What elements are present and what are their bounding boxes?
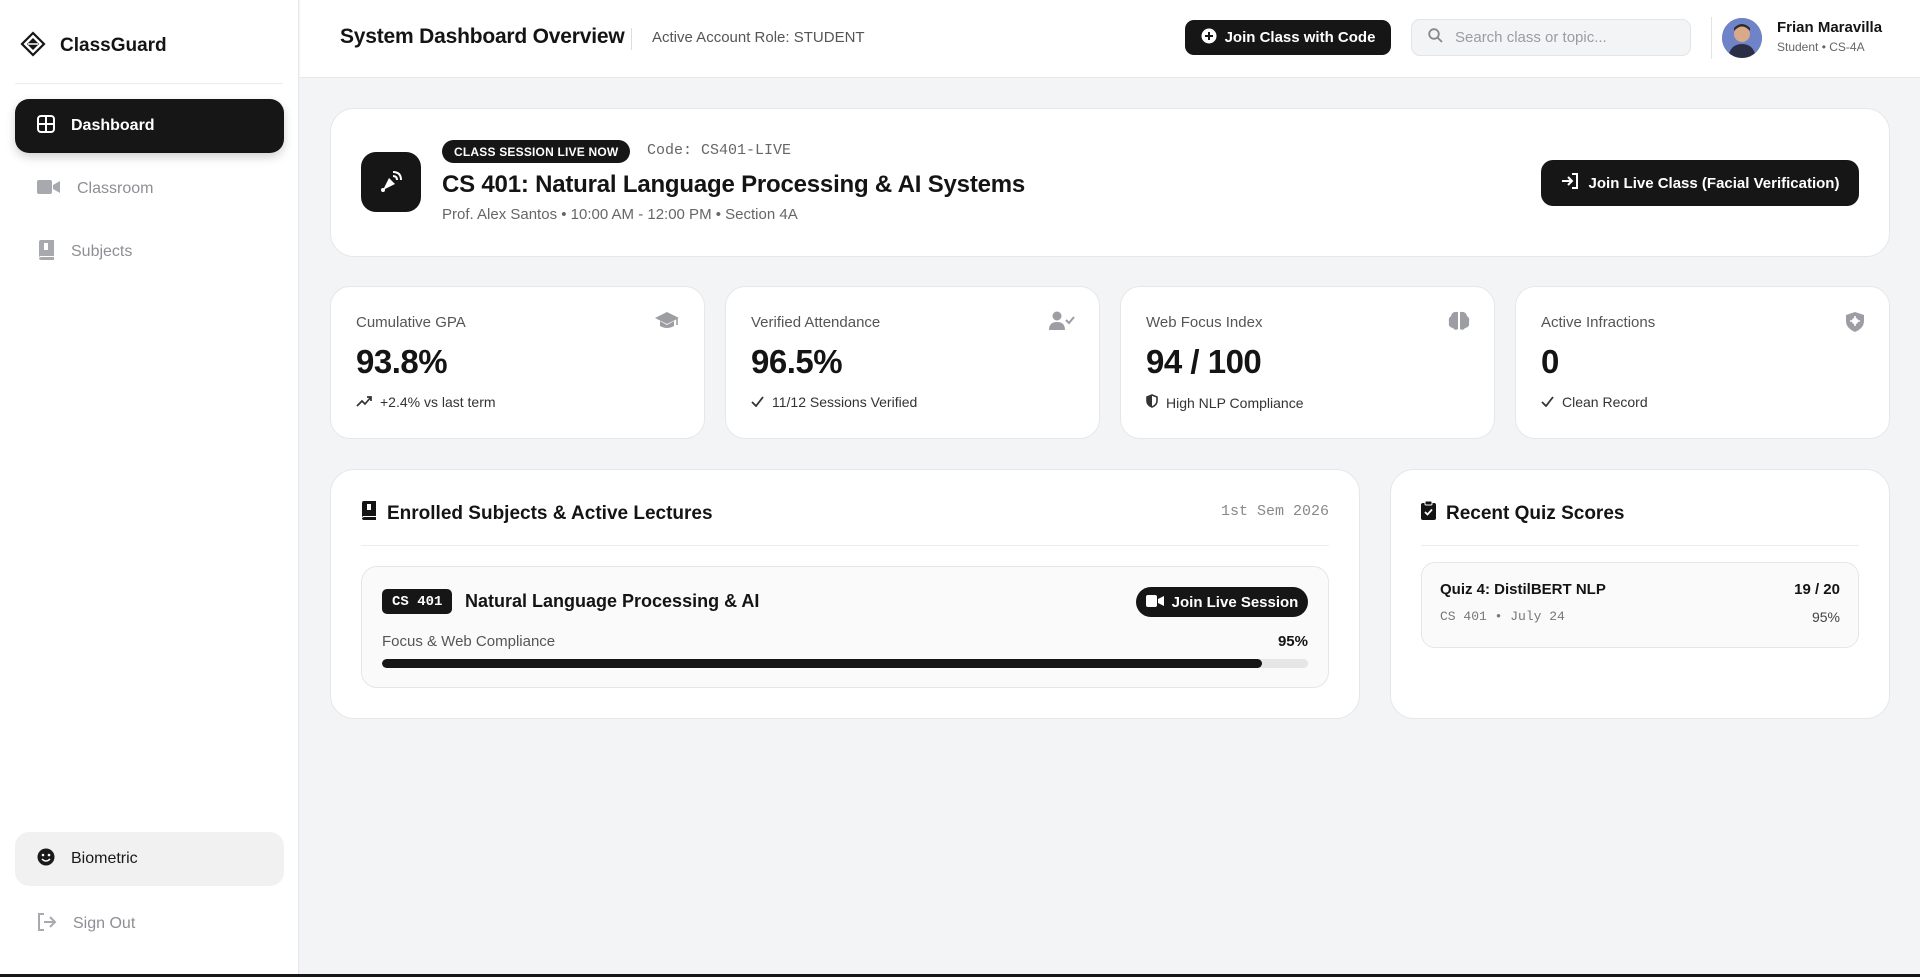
check-icon: [751, 394, 764, 410]
section-title: Recent Quiz Scores: [1421, 500, 1625, 526]
stat-footer-text: High NLP Compliance: [1166, 394, 1304, 411]
stat-label: Active Infractions: [1541, 314, 1656, 331]
section-title: Enrolled Subjects & Active Lectures: [361, 501, 713, 526]
brain-icon: [1448, 311, 1470, 336]
semester-label: 1st Sem 2026: [1220, 503, 1329, 520]
header-divider: [1711, 17, 1712, 59]
video-camera-icon: [37, 179, 61, 200]
focus-progress-fill: [382, 659, 1262, 668]
join-class-code-button[interactable]: Join Class with Code: [1185, 20, 1391, 55]
book-icon: [361, 501, 377, 526]
dashboard-grid-icon: [37, 114, 55, 138]
top-header: System Dashboard Overview Active Account…: [300, 0, 1920, 78]
stat-value: 96.5%: [751, 343, 843, 380]
sidebar-item-biometric[interactable]: Biometric: [15, 832, 284, 886]
join-live-class-label: Join Live Class (Facial Verification): [1588, 174, 1840, 192]
brand[interactable]: ClassGuard: [20, 30, 167, 62]
video-camera-icon: [1145, 594, 1164, 611]
sign-in-icon: [1561, 173, 1579, 193]
stat-card-focus: Web Focus Index 94 / 100 High NLP Compli…: [1120, 286, 1495, 439]
face-icon: [37, 848, 55, 871]
stat-value: 0: [1541, 343, 1559, 380]
sidebar-item-label: Subjects: [71, 243, 133, 260]
user-role-section: Student • CS-4A: [1777, 40, 1865, 54]
sidebar: ClassGuard Dashboard Classroom Subjects …: [0, 0, 299, 977]
subject-row[interactable]: CS 401 Natural Language Processing & AI …: [361, 566, 1329, 688]
stat-value: 93.8%: [356, 343, 448, 380]
sidebar-item-label: Biometric: [71, 850, 138, 867]
stat-label: Web Focus Index: [1146, 314, 1263, 331]
stat-footer: Clean Record: [1541, 394, 1648, 410]
focus-compliance-label: Focus & Web Compliance: [382, 633, 556, 650]
stat-card-attendance: Verified Attendance 96.5% 11/12 Sessions…: [725, 286, 1100, 439]
quiz-score: 19 / 20: [1794, 581, 1840, 598]
join-live-class-button[interactable]: Join Live Class (Facial Verification): [1541, 160, 1859, 206]
header-divider: [631, 28, 632, 50]
sidebar-item-label: Sign Out: [73, 915, 136, 932]
shield-badge-icon: [1845, 311, 1865, 338]
section-title-text: Enrolled Subjects & Active Lectures: [387, 502, 713, 524]
quiz-score-item[interactable]: Quiz 4: DistilBERT NLP 19 / 20 CS 401 • …: [1421, 562, 1859, 648]
avatar[interactable]: [1722, 18, 1762, 58]
stat-value: 94 / 100: [1146, 343, 1262, 380]
search-icon: [1428, 27, 1443, 48]
stat-footer-text: 11/12 Sessions Verified: [772, 394, 918, 410]
stat-footer: 11/12 Sessions Verified: [751, 394, 917, 410]
quiz-name: Quiz 4: DistilBERT NLP: [1440, 581, 1606, 598]
section-title-text: Recent Quiz Scores: [1446, 502, 1625, 524]
sidebar-divider: [15, 83, 283, 84]
join-class-code-label: Join Class with Code: [1224, 29, 1376, 46]
live-badge: CLASS SESSION LIVE NOW: [442, 140, 631, 163]
sidebar-item-label: Classroom: [77, 180, 154, 197]
graduation-cap-icon: [654, 311, 680, 336]
search-input[interactable]: [1455, 29, 1675, 46]
user-check-icon: [1049, 311, 1075, 336]
card-divider: [1421, 545, 1859, 546]
enrolled-subjects-card: Enrolled Subjects & Active Lectures 1st …: [330, 469, 1360, 719]
stat-footer-text: Clean Record: [1562, 394, 1648, 410]
stat-footer: High NLP Compliance: [1146, 394, 1303, 411]
quiz-meta: CS 401 • July 24: [1440, 609, 1565, 624]
plus-circle-icon: [1201, 28, 1217, 48]
logo-icon: [20, 30, 46, 62]
join-live-session-label: Join Live Session: [1171, 593, 1299, 611]
focus-compliance-value: 95%: [1277, 633, 1308, 650]
stat-label: Verified Attendance: [751, 314, 881, 331]
sidebar-item-dashboard[interactable]: Dashboard: [15, 99, 284, 153]
course-name: Natural Language Processing & AI: [465, 591, 760, 611]
user-name: Frian Maravilla: [1777, 19, 1883, 36]
trend-up-icon: [356, 394, 372, 410]
course-code-badge: CS 401: [382, 589, 453, 614]
sidebar-item-classroom[interactable]: Classroom: [15, 162, 284, 216]
stat-card-infractions: Active Infractions 0 Clean Record: [1515, 286, 1890, 439]
focus-progress-bar: [382, 659, 1308, 668]
recent-quiz-card: Recent Quiz Scores Quiz 4: DistilBERT NL…: [1390, 469, 1890, 719]
shield-icon: [1146, 394, 1158, 411]
card-divider: [361, 545, 1329, 546]
search-box[interactable]: [1411, 19, 1691, 56]
stat-footer: +2.4% vs last term: [356, 394, 496, 410]
brand-name: ClassGuard: [60, 35, 167, 56]
stat-label: Cumulative GPA: [356, 314, 466, 331]
sign-out-button[interactable]: Sign Out: [15, 897, 284, 951]
book-icon: [37, 239, 55, 265]
sign-out-icon: [37, 912, 57, 936]
broadcast-icon: [361, 152, 421, 212]
stat-footer-text: +2.4% vs last term: [380, 394, 496, 410]
session-code: Code: CS401-LIVE: [647, 142, 792, 159]
clipboard-check-icon: [1421, 500, 1436, 526]
check-icon: [1541, 394, 1554, 410]
live-session-meta: Prof. Alex Santos • 10:00 AM - 12:00 PM …: [442, 206, 798, 223]
stat-card-gpa: Cumulative GPA 93.8% +2.4% vs last term: [330, 286, 705, 439]
sidebar-item-subjects[interactable]: Subjects: [15, 225, 284, 279]
page-title: System Dashboard Overview: [340, 25, 625, 48]
join-live-session-button[interactable]: Join Live Session: [1136, 587, 1308, 617]
live-session-card: CLASS SESSION LIVE NOW Code: CS401-LIVE …: [330, 108, 1890, 257]
quiz-percent: 95%: [1811, 609, 1840, 625]
live-session-title: CS 401: Natural Language Processing & AI…: [442, 171, 1026, 198]
account-role: Active Account Role: STUDENT: [652, 29, 865, 46]
sidebar-item-label: Dashboard: [71, 117, 155, 134]
